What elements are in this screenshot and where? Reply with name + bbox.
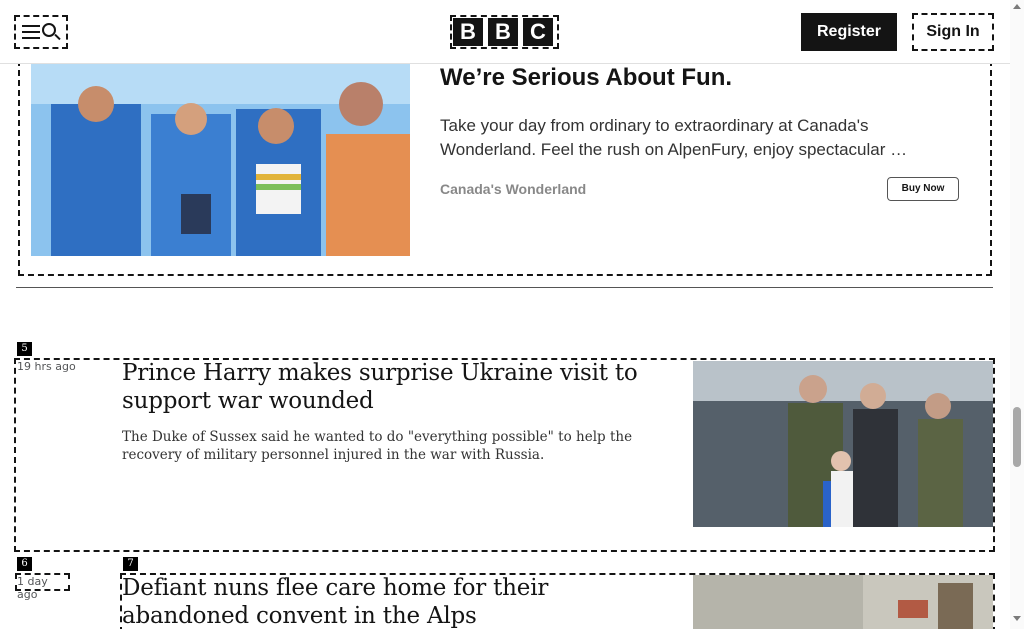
- menu-icon: [22, 24, 40, 40]
- ad-photo-rollercoaster: [31, 64, 410, 256]
- article-photo-soldiers: [693, 361, 993, 527]
- bbc-logo[interactable]: B B C: [450, 15, 559, 49]
- register-button[interactable]: Register: [801, 13, 897, 51]
- section-divider: [16, 287, 993, 288]
- scroll-up-icon[interactable]: [1013, 4, 1021, 9]
- article-card[interactable]: 19 hrs ago Prince Harry makes surprise U…: [14, 358, 995, 552]
- article-headline[interactable]: Defiant nuns flee care home for their ab…: [122, 574, 682, 629]
- logo-letter: B: [488, 18, 518, 46]
- marker-label: 7: [123, 557, 138, 571]
- article-headline[interactable]: Prince Harry makes surprise Ukraine visi…: [122, 359, 662, 415]
- logo-letter: C: [523, 18, 553, 46]
- marker-label: 5: [17, 342, 32, 356]
- article-summary: The Duke of Sussex said he wanted to do …: [122, 429, 633, 463]
- ad-title[interactable]: We’re Serious About Fun.: [440, 64, 732, 92]
- site-header: B B C Register Sign In: [0, 0, 1010, 64]
- logo-letter: B: [453, 18, 483, 46]
- menu-search-button[interactable]: [14, 15, 68, 49]
- article-image[interactable]: [693, 575, 993, 629]
- article-image[interactable]: [693, 361, 993, 527]
- article-timestamp: 19 hrs ago: [17, 360, 76, 373]
- scroll-thumb[interactable]: [1013, 407, 1021, 467]
- page-scrollbar[interactable]: [1010, 0, 1024, 629]
- marker-label: 6: [17, 557, 32, 571]
- buy-now-button[interactable]: Buy Now: [887, 177, 959, 201]
- article-timestamp: 1 day ago: [15, 573, 70, 601]
- ad-image[interactable]: [31, 64, 410, 256]
- scroll-down-icon[interactable]: [1013, 616, 1021, 621]
- ad-body: Take your day from ordinary to extraordi…: [440, 116, 908, 159]
- ad-source: Canada's Wonderland: [440, 181, 587, 197]
- sign-in-button[interactable]: Sign In: [912, 13, 994, 51]
- article-photo-convent: [693, 575, 993, 629]
